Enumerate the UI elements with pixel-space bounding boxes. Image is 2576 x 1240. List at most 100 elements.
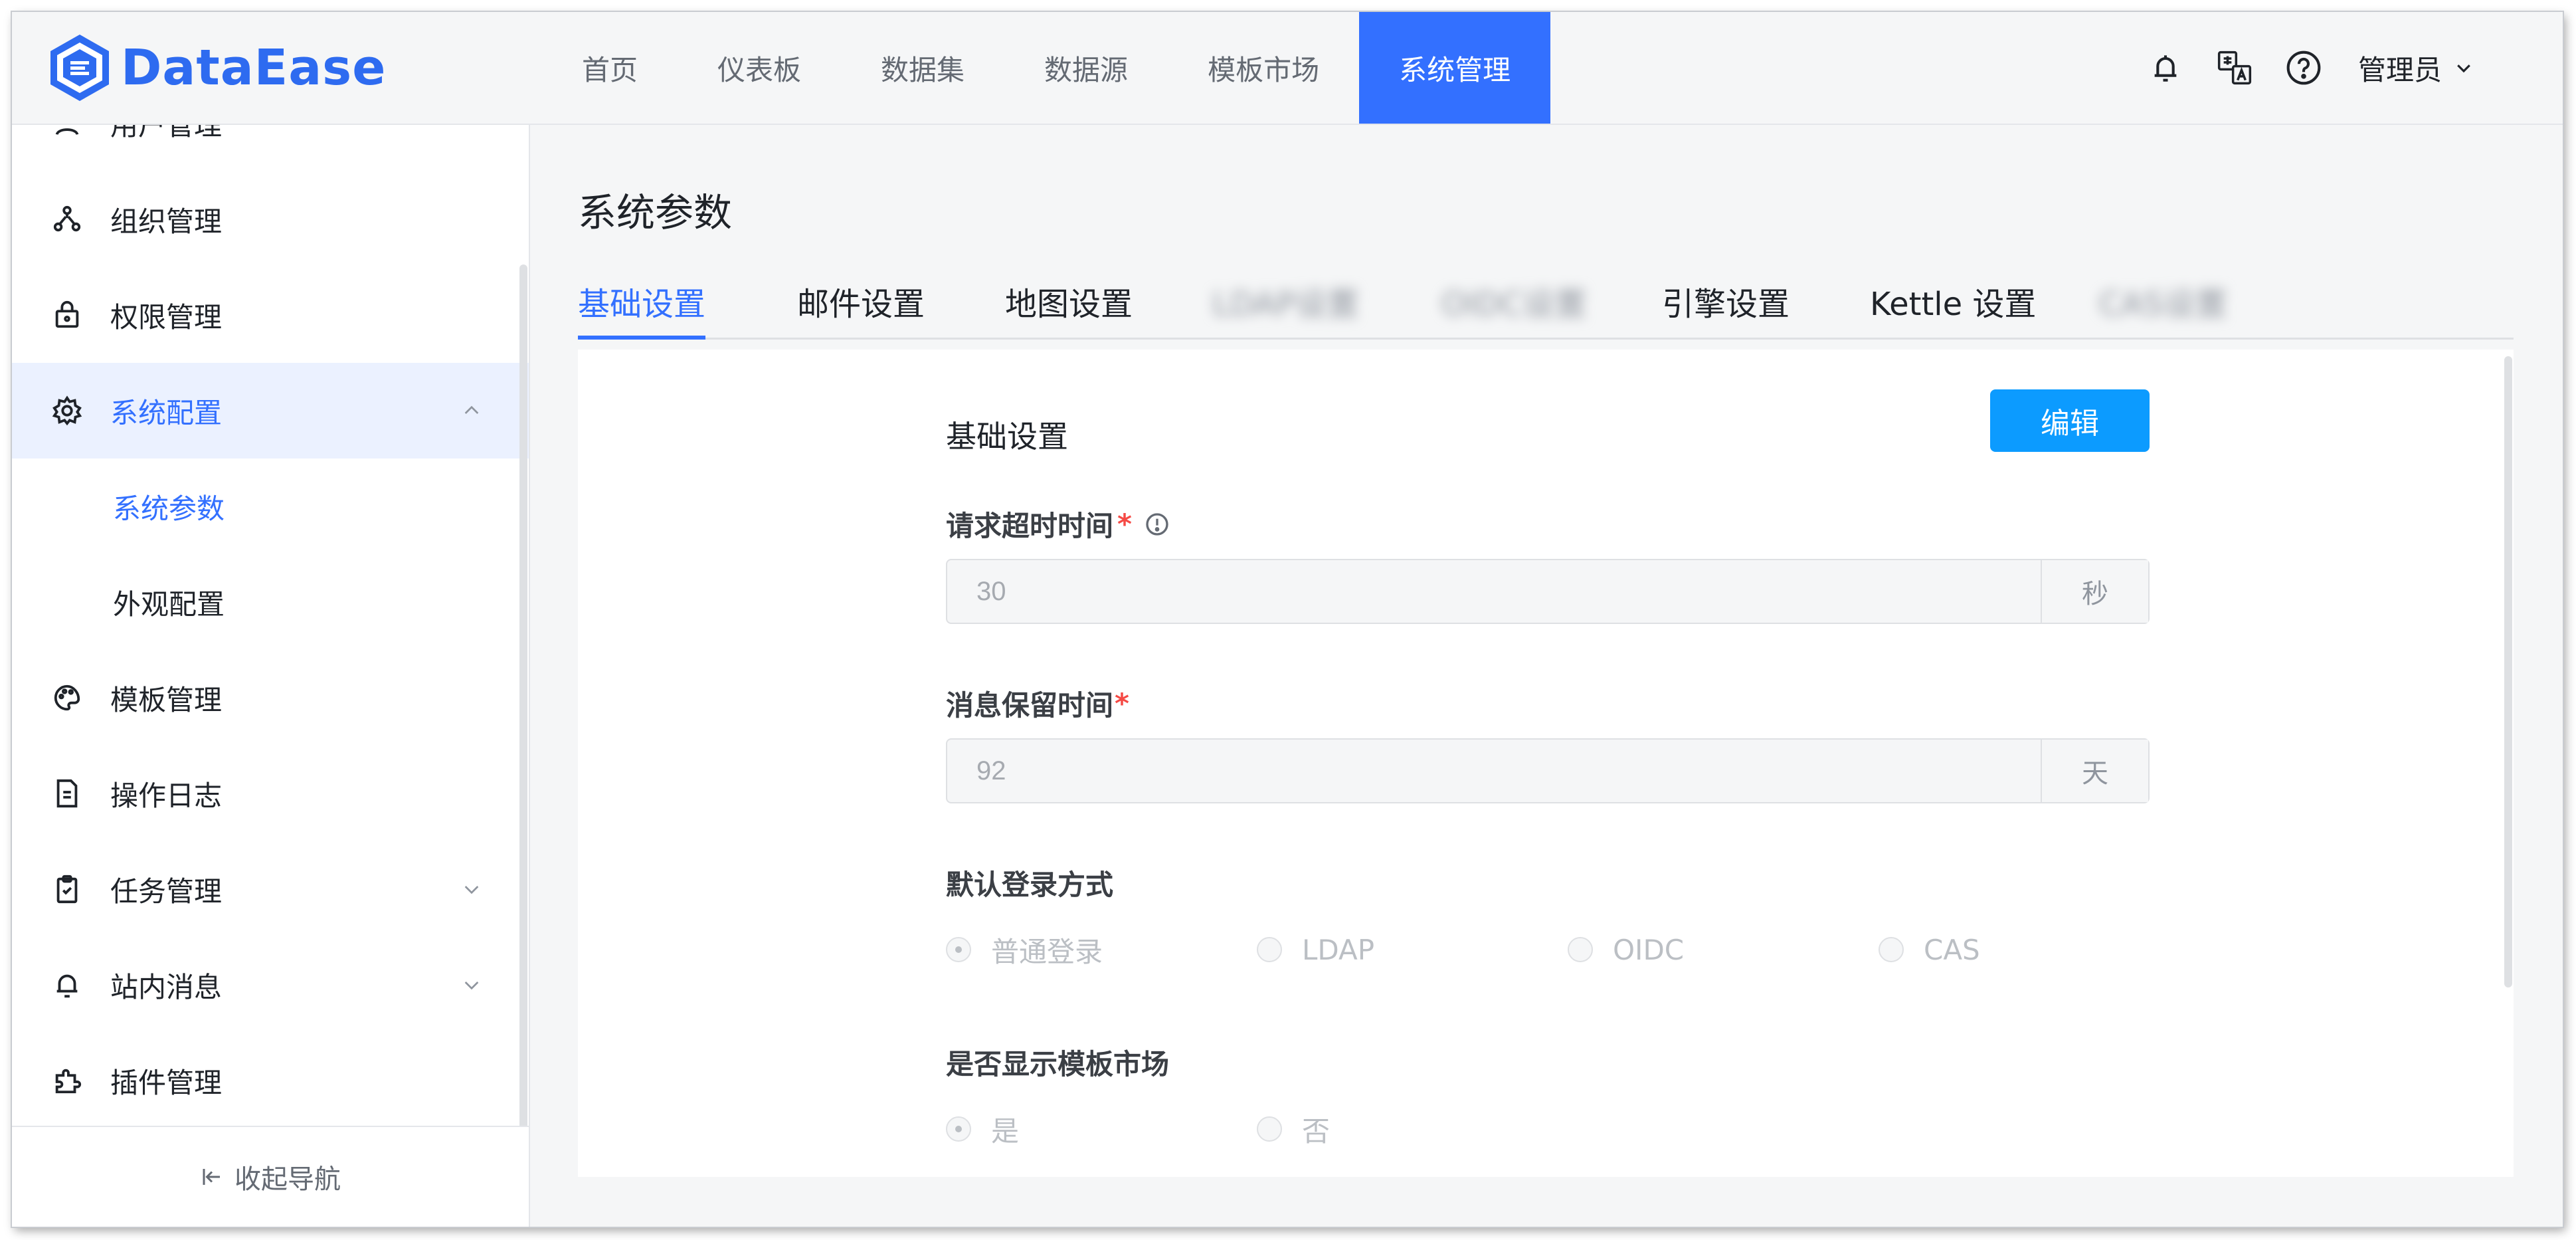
sidebar-item-label: 组织管理 [110,205,223,238]
radio-circle [1568,937,1593,962]
sidebar-item-task[interactable]: 任务管理 [12,841,529,937]
header-actions: 管理员 [2118,12,2474,124]
chevron-down-icon [464,886,479,894]
radio-circle [946,1116,971,1142]
sidebar-item-label: 外观配置 [113,587,225,621]
top-nav: 首页 仪表板 数据集 数据源 模板市场 系统管理 [542,12,1551,124]
login-method-label: 默认登录方式 [946,869,1114,901]
sidebar-item-label: 权限管理 [110,300,223,334]
settings-card: 基础设置 编辑 请求超时时间 * 秒 消息保留时间 * 天 默认登录方式 普通登… [578,350,2514,1177]
retention-label: 消息保留时间 * [946,683,1129,724]
retention-input-group: 天 [946,738,2150,803]
timeout-input[interactable] [947,560,2041,623]
nav-datasource[interactable]: 数据源 [1004,12,1168,124]
sidebar-item-label: 任务管理 [110,875,223,908]
sidebar-item-messages[interactable]: 站内消息 [12,937,529,1033]
tab-map[interactable]: 地图设置 [1005,264,1133,338]
sidebar-item-operation-log[interactable]: 操作日志 [12,746,529,841]
retention-input[interactable] [947,740,2041,802]
document-icon [52,778,82,809]
user-name: 管理员 [2357,53,2442,86]
timeout-unit: 秒 [2041,560,2148,623]
app-window: DataEase 首页 仪表板 数据集 数据源 模板市场 系统管理 管理员 用户… [12,12,2563,1227]
sidebar-item-users[interactable]: 用户管理 [12,125,529,171]
chevron-down-icon [464,982,479,990]
radio-label: 否 [1302,1114,1331,1148]
retention-unit: 天 [2041,740,2148,802]
tab-kettle[interactable]: Kettle 设置 [1870,264,2036,338]
tab-basic[interactable]: 基础设置 [578,264,706,340]
radio-oidc[interactable]: OIDC [1568,930,1684,970]
palette-icon [52,682,82,713]
required-mark: * [1115,687,1129,720]
chevron-down-icon [2457,64,2470,73]
collapse-nav-label: 收起导航 [234,1164,341,1195]
language-translate-icon[interactable] [2213,47,2256,89]
sidebar-item-org[interactable]: 组织管理 [12,171,529,267]
radio-yes[interactable]: 是 [946,1109,1019,1149]
sidebar-item-label: 站内消息 [110,970,223,1003]
tab-mail[interactable]: 邮件设置 [797,264,925,338]
section-title: 基础设置 [946,419,1068,455]
collapse-nav-button[interactable]: 收起导航 [12,1126,529,1227]
user-icon [52,125,82,138]
sidebar-item-plugins[interactable]: 插件管理 [12,1033,529,1128]
sidebar: 用户管理 组织管理 权限管理 系统配置 系统参数 外观配置 模板管理 操作日志 … [12,125,530,1227]
sidebar-item-label: 系统配置 [110,396,223,429]
dataease-logo-icon [50,35,109,101]
sidebar-item-label: 系统参数 [113,492,225,525]
logo[interactable]: DataEase [46,32,386,104]
radio-circle [1257,937,1282,962]
page-title: 系统参数 [578,190,733,235]
sidebar-item-label: 操作日志 [110,779,223,812]
radio-ldap[interactable]: LDAP [1257,930,1374,970]
nav-dataset[interactable]: 数据集 [841,12,1004,124]
radio-label: CAS [1924,933,1980,966]
timeout-label: 请求超时时间 * [946,504,1170,544]
content-scrollbar[interactable] [2504,356,2512,987]
tab-cas[interactable]: CAS设置 [2099,264,2227,338]
timeout-label-text: 请求超时时间 [946,510,1114,542]
sidebar-subitem-system-params[interactable]: 系统参数 [12,459,529,554]
radio-label: LDAP [1302,933,1375,966]
radio-circle [1879,937,1904,962]
sidebar-item-permission[interactable]: 权限管理 [12,267,529,363]
help-icon[interactable] [2282,47,2325,89]
sidebar-item-label: 用户管理 [110,125,223,142]
sidebar-item-template[interactable]: 模板管理 [12,650,529,746]
radio-no[interactable]: 否 [1257,1109,1330,1149]
sidebar-scrollbar[interactable] [519,264,527,1142]
sidebar-subitem-appearance[interactable]: 外观配置 [12,554,529,650]
sidebar-item-label: 插件管理 [110,1066,223,1099]
nav-dashboard[interactable]: 仪表板 [678,12,841,124]
notification-bell-icon[interactable] [2144,47,2187,89]
radio-normal-login[interactable]: 普通登录 [946,930,1103,970]
tab-oidc[interactable]: OIDC设置 [1441,264,1586,338]
tab-ldap[interactable]: LDAP设置 [1212,264,1359,338]
sidebar-item-system-config[interactable]: 系统配置 [12,363,529,459]
bell-icon [52,970,82,1000]
template-market-label: 是否显示模板市场 [946,1048,1170,1081]
nav-system-management[interactable]: 系统管理 [1359,12,1551,124]
user-menu[interactable]: 管理员 [2358,48,2474,88]
nav-template-market[interactable]: 模板市场 [1168,12,1359,124]
gear-icon [52,395,82,426]
radio-label: OIDC [1613,933,1685,966]
required-mark: * [1117,508,1132,540]
radio-label: 是 [991,1114,1020,1148]
radio-cas[interactable]: CAS [1879,930,1980,970]
radio-circle [946,937,971,962]
template-market-radio-group: 是 否 [946,1109,2147,1149]
info-icon[interactable] [1144,511,1170,538]
login-method-radio-group: 普通登录 LDAP OIDC CAS [946,930,2147,970]
edit-button[interactable]: 编辑 [1990,389,2150,452]
clipboard-icon [52,874,82,904]
logo-text: DataEase [121,39,387,96]
tab-engine[interactable]: 引擎设置 [1662,264,1790,338]
timeout-input-group: 秒 [946,559,2150,624]
radio-label: 普通登录 [991,935,1103,968]
plugin-icon [52,1065,82,1096]
collapse-arrow-icon [203,1169,220,1185]
sidebar-item-label: 模板管理 [110,683,223,716]
nav-home[interactable]: 首页 [542,12,678,124]
